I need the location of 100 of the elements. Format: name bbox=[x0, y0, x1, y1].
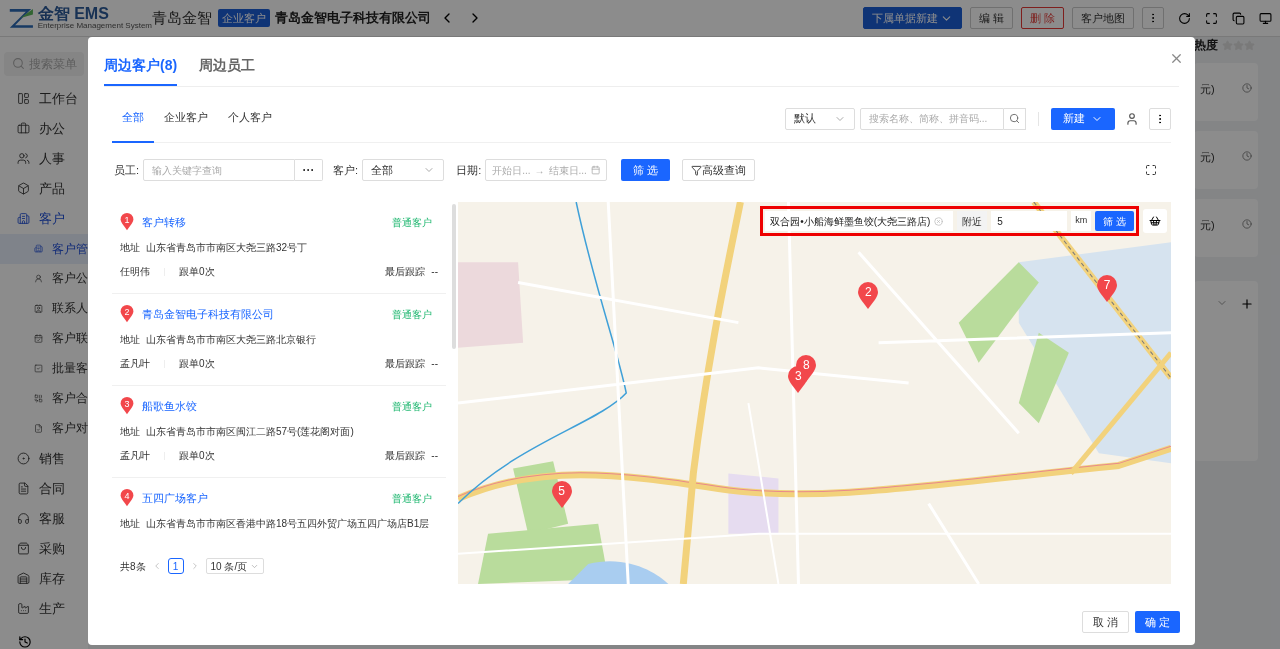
copy-icon[interactable] bbox=[1232, 11, 1245, 25]
sidebar-item[interactable]: 批量客 bbox=[0, 353, 88, 384]
amount-unit: 元) bbox=[1200, 218, 1215, 233]
customer-name[interactable]: 青岛金智电子科技有限公司 bbox=[142, 305, 274, 323]
document-icon bbox=[17, 481, 30, 495]
basket-button[interactable] bbox=[1143, 209, 1167, 233]
sidebar-item[interactable]: 采购 bbox=[0, 533, 88, 564]
fullscreen-icon[interactable] bbox=[1205, 11, 1218, 25]
checkbox-icon bbox=[34, 361, 43, 375]
customer-type: 普通客户 bbox=[392, 215, 432, 230]
address-label: 地址 bbox=[120, 517, 140, 531]
sidebar-item[interactable]: 联系人 bbox=[0, 293, 88, 324]
dialog-tab[interactable]: 周边员工 bbox=[199, 55, 256, 86]
bag-icon bbox=[17, 541, 30, 555]
sidebar-item[interactable]: 库存 bbox=[0, 563, 88, 594]
people-icon bbox=[17, 152, 30, 166]
customer-type: 普通客户 bbox=[392, 307, 432, 322]
last-follow-label: 最后跟踪 bbox=[385, 265, 426, 279]
map-marker[interactable]: 5 bbox=[550, 480, 573, 509]
logo-text: 金智 EMS bbox=[37, 6, 110, 22]
map-marker: 1 bbox=[120, 213, 134, 231]
building-icon bbox=[34, 242, 43, 255]
last-follow-value: -- bbox=[431, 449, 438, 463]
follow-count: 跟单0次 bbox=[179, 449, 215, 463]
sidebar-item[interactable]: 合同 bbox=[0, 473, 88, 504]
sidebar-item[interactable]: 办公 bbox=[0, 113, 88, 144]
sidebar-item[interactable]: 人事 bbox=[0, 143, 88, 174]
user-icon[interactable] bbox=[1125, 111, 1139, 126]
toolbar-button[interactable]: 删 除 bbox=[1020, 7, 1064, 29]
employee-label: 员工: bbox=[114, 162, 140, 178]
filter-tab[interactable]: 个人客户 bbox=[218, 94, 282, 143]
company-name: 青岛金智 bbox=[152, 7, 213, 26]
toolbar-button[interactable]: 下属单据新建 bbox=[862, 7, 962, 29]
follow-count: 跟单0次 bbox=[179, 265, 215, 279]
customer-card[interactable]: 4 五四广场客户 普通客户 地址 山东省青岛市市南区香港中路18号五四外贸广场五四广场店B1层 bbox=[112, 478, 446, 548]
clock-icon bbox=[1242, 219, 1252, 229]
sidebar-item[interactable]: 工作台 bbox=[0, 83, 88, 114]
customer-card[interactable]: 3 船歌鱼水饺 普通客户 地址 山东省青岛市市南区闽江二路57号(莲花阁对面) 孟凡叶 跟单0次 最后跟踪 -- bbox=[112, 386, 446, 478]
sidebar-item[interactable]: 客户 bbox=[0, 203, 88, 234]
toolbar-button[interactable]: 编 辑 bbox=[969, 7, 1013, 29]
logo-icon bbox=[8, 6, 35, 30]
cancel-button[interactable]: 取 消 bbox=[1081, 611, 1129, 633]
sidebar-item[interactable]: 客户合 bbox=[0, 383, 88, 414]
dialog-tab[interactable]: 周边客户(8) bbox=[104, 55, 178, 86]
map-marker[interactable]: 2 bbox=[857, 282, 880, 311]
total-count: 共8条 bbox=[120, 559, 146, 574]
address-label: 地址 bbox=[120, 333, 140, 347]
new-button[interactable]: 新建 bbox=[1051, 107, 1115, 130]
sidebar-item[interactable]: 客户联 bbox=[0, 323, 88, 354]
customer-select[interactable]: 全部 bbox=[362, 159, 445, 181]
search-icon bbox=[12, 57, 25, 71]
filter-button[interactable]: 筛 选 bbox=[621, 159, 671, 181]
refresh-icon[interactable] bbox=[1178, 11, 1191, 25]
monitor-icon[interactable] bbox=[1259, 11, 1272, 25]
customer-card[interactable]: 2 青岛金智电子科技有限公司 普通客户 地址 山东省青岛市市南区大尧三路北京银行 孟凡叶 跟单0次 最后跟踪 -- bbox=[112, 294, 446, 386]
last-follow-label: 最后跟踪 bbox=[385, 449, 426, 463]
page-button[interactable]: 1 bbox=[167, 558, 184, 574]
sidebar-item[interactable]: 客户管 bbox=[0, 233, 88, 264]
fullscreen-icon[interactable] bbox=[1145, 164, 1157, 176]
sidebar-item[interactable]: 客服 bbox=[0, 503, 88, 534]
page-size-select[interactable]: 10 条/页 bbox=[205, 558, 265, 574]
picker-button[interactable]: ··· bbox=[295, 159, 324, 181]
last-follow-label: 最后跟踪 bbox=[385, 357, 426, 371]
sidebar-item[interactable]: 销售 bbox=[0, 443, 88, 474]
search-button[interactable] bbox=[1004, 107, 1026, 130]
sidebar-item[interactable]: 生产 bbox=[0, 593, 88, 624]
filter-icon bbox=[691, 164, 703, 176]
toolbar-button[interactable]: 客户地图 bbox=[1072, 7, 1134, 29]
sidebar-item[interactable]: 产品 bbox=[0, 173, 88, 204]
place-field[interactable]: 双合园•小船海鲜墨鱼饺(大尧三路店) bbox=[765, 211, 954, 231]
last-follow-value: -- bbox=[431, 265, 438, 279]
add-icon[interactable] bbox=[1240, 297, 1254, 311]
panel-icon bbox=[17, 92, 30, 106]
address-text: 山东省青岛市市南区大尧三路北京银行 bbox=[146, 333, 316, 347]
filter-tab[interactable]: 企业客户 bbox=[154, 94, 218, 143]
document-icon bbox=[34, 421, 43, 435]
map-marker[interactable]: 7 bbox=[1096, 274, 1119, 303]
map-view[interactable]: 2 8 3 5 7 双合园•小船海鲜墨鱼饺(大尧三路店) 附近 5 km 筛 选 bbox=[458, 202, 1171, 584]
customer-badge: 企业客户 bbox=[218, 8, 270, 28]
sort-select[interactable]: 默认 bbox=[785, 107, 855, 130]
person-icon bbox=[34, 272, 43, 285]
filter-tab[interactable]: 全部 bbox=[112, 94, 154, 143]
customer-card[interactable]: 1 客户转移 普通客户 地址 山东省青岛市市南区大尧三路32号丁 任明伟 跟单0次 最后跟踪 -- bbox=[112, 202, 446, 294]
confirm-button[interactable]: 确 定 bbox=[1134, 611, 1180, 633]
owner-name: 孟凡叶 bbox=[120, 449, 150, 463]
history-icon[interactable] bbox=[18, 635, 32, 649]
advanced-search-button[interactable]: 高级查询 bbox=[682, 159, 756, 181]
close-icon[interactable] bbox=[1169, 51, 1184, 66]
customer-type: 普通客户 bbox=[392, 399, 432, 414]
briefcase-icon bbox=[17, 122, 30, 136]
factory-icon bbox=[17, 601, 30, 615]
map-filter-button[interactable]: 筛 选 bbox=[1095, 211, 1134, 231]
customer-name[interactable]: 船歌鱼水饺 bbox=[142, 397, 197, 415]
radius-field[interactable]: 5 bbox=[991, 211, 1068, 231]
heat-label: 热度 bbox=[1194, 37, 1218, 54]
sidebar-item[interactable]: 客户对 bbox=[0, 413, 88, 444]
owner-name: 孟凡叶 bbox=[120, 357, 150, 371]
customer-name[interactable]: 客户转移 bbox=[142, 213, 186, 231]
customer-name[interactable]: 五四广场客户 bbox=[142, 489, 208, 507]
clock-icon bbox=[1242, 151, 1252, 161]
